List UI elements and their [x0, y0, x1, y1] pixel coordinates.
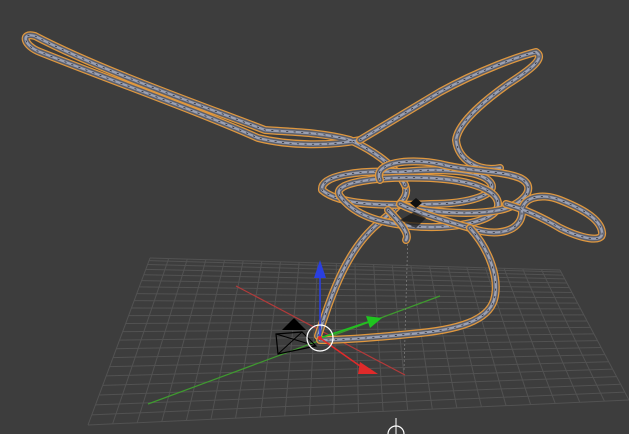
- grid-line: [161, 259, 207, 422]
- floor-grid: [87, 231, 629, 426]
- cursor-center-dot: [318, 336, 322, 340]
- 3d-viewport[interactable]: [0, 0, 629, 434]
- camera-object[interactable]: [275, 318, 318, 355]
- track-rail-2: [358, 50, 541, 170]
- grid-line: [185, 260, 226, 421]
- grid-line: [503, 268, 556, 404]
- origin-projection-line: [403, 231, 409, 371]
- grid-line: [447, 266, 482, 407]
- camera-up-triangle-icon: [282, 318, 306, 330]
- grid-line: [235, 261, 263, 419]
- track-outline-2: [356, 48, 543, 173]
- grid-line: [210, 260, 244, 420]
- track-ties-2: [359, 51, 540, 170]
- track-rail-1: [24, 34, 407, 187]
- grid-line: [466, 267, 507, 406]
- track-curve[interactable]: [21, 31, 606, 344]
- grid-line: [259, 261, 281, 418]
- track-body-2: [357, 49, 542, 172]
- viewport-canvas[interactable]: [0, 0, 629, 434]
- grid-line: [522, 268, 581, 403]
